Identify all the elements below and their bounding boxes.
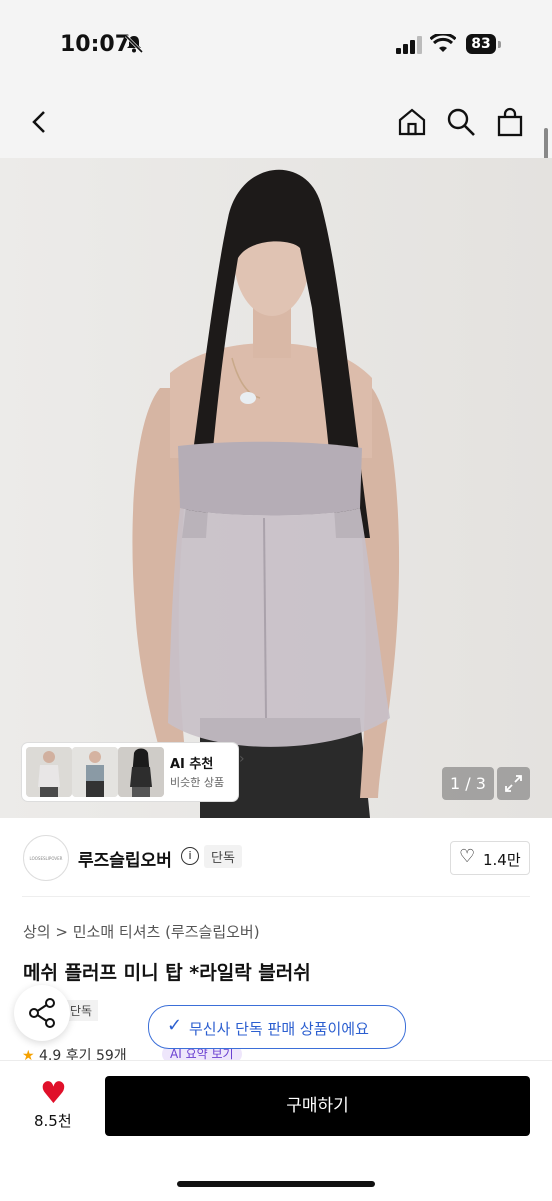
ai-recommend-subtitle: 비슷한 상품 <box>170 776 225 789</box>
heart-filled-icon[interactable]: ♥ <box>40 1076 67 1111</box>
brand-like-count: 1.4만 <box>483 851 521 869</box>
shopping-bag-icon[interactable] <box>494 106 526 138</box>
status-bar: 10:07 83 <box>0 0 552 90</box>
toast-text: 무신사 단독 판매 상품이에요 <box>189 1020 369 1038</box>
product-like-count: 8.5천 <box>34 1112 72 1130</box>
breadcrumb: 상의 > 민소매 티셔츠 (루즈슬립오버) <box>23 921 260 942</box>
image-counter: 1 / 3 <box>442 767 494 800</box>
signal-icon <box>396 36 422 54</box>
home-icon[interactable] <box>396 106 428 138</box>
breadcrumb-subcategory[interactable]: 민소매 티셔츠 (루즈슬립오버) <box>73 923 260 941</box>
heart-outline-icon: ♡ <box>459 846 476 867</box>
status-time: 10:07 <box>60 32 131 57</box>
brand-like-button[interactable]: ♡ 1.4만 <box>450 841 530 875</box>
wifi-icon <box>430 34 456 52</box>
model-photo <box>0 158 552 818</box>
battery-icon: 83 <box>466 34 496 54</box>
ai-recommend-card[interactable]: AI 추천 비슷한 상품 › <box>22 743 245 801</box>
back-arrow-icon[interactable] <box>24 106 56 138</box>
ai-recommend-title: AI 추천 <box>170 757 214 772</box>
search-icon[interactable] <box>445 106 477 138</box>
divider <box>22 896 530 897</box>
recommend-thumb-3[interactable] <box>118 747 164 797</box>
top-navbar <box>0 90 552 158</box>
brand-name[interactable]: 루즈슬립오버 <box>78 846 172 871</box>
product-image[interactable] <box>0 158 552 818</box>
chevron-right-icon: › <box>239 751 245 767</box>
exclusive-toast: ✓ 무신사 단독 판매 상품이에요 <box>148 1005 406 1049</box>
home-indicator <box>177 1181 375 1187</box>
exclusive-badge: 단독 <box>204 845 242 868</box>
recommend-thumb-1[interactable] <box>26 747 72 797</box>
expand-icon[interactable] <box>497 767 530 800</box>
brand-logo[interactable]: LOOSESLIPOVER <box>23 835 69 881</box>
recommend-thumb-2[interactable] <box>72 747 118 797</box>
battery-tip <box>498 41 501 48</box>
share-button[interactable] <box>14 985 70 1041</box>
product-title: 메쉬 플러프 미니 탑 *라일락 블러쉬 <box>23 962 311 984</box>
check-icon: ✓ <box>167 1015 183 1036</box>
buy-button[interactable]: 구매하기 <box>105 1076 530 1136</box>
mute-bell-icon <box>124 34 144 54</box>
chevron-right-icon: > <box>55 923 73 941</box>
share-icon <box>29 998 55 1028</box>
svg-text:LOOSESLIPOVER: LOOSESLIPOVER <box>30 856 63 861</box>
breadcrumb-category[interactable]: 상의 <box>23 923 51 941</box>
info-icon[interactable]: i <box>181 847 199 865</box>
